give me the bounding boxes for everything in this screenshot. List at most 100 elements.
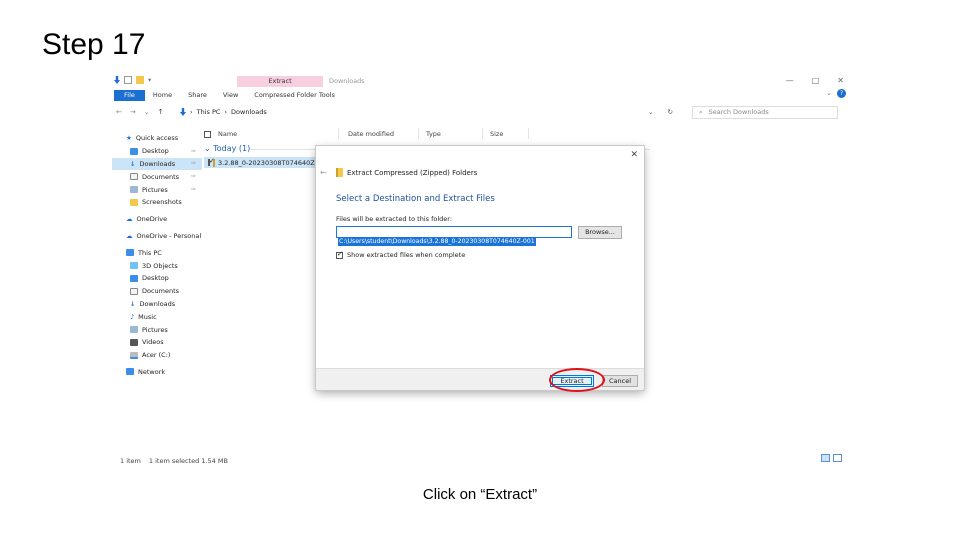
instruction-caption: Click on “Extract” <box>422 486 538 503</box>
search-input[interactable]: ⌕ Search Downloads <box>692 106 838 119</box>
show-files-checkbox[interactable] <box>336 250 343 259</box>
sidebar-item-pc-desktop[interactable]: Desktop <box>112 272 202 285</box>
file-name: 3.2.88_0-20230308T074640Z-001 <box>218 158 316 167</box>
cloud-icon: ☁ <box>126 215 133 224</box>
sidebar-item-quick-access[interactable]: ★ Quick access <box>112 132 202 145</box>
back-arrow-icon[interactable]: ← <box>320 168 327 177</box>
address-bar-row: ← → ⌄ ↑ › This PC › Downloads ⌄ ↻ ⌕ Searc… <box>112 106 852 120</box>
address-actions: ⌄ ↻ <box>648 108 673 116</box>
address-dropdown-icon[interactable]: ⌄ <box>648 108 653 116</box>
large-icons-view-icon[interactable] <box>833 454 842 462</box>
tab-home[interactable]: Home <box>145 90 180 101</box>
cancel-button[interactable]: Cancel <box>602 375 638 387</box>
sidebar-item-this-pc[interactable]: This PC <box>112 246 202 259</box>
download-arrow-icon: ↓ <box>130 159 136 168</box>
download-arrow-icon: ↓ <box>130 299 136 308</box>
sidebar-item-pc-documents[interactable]: Documents <box>112 285 202 298</box>
sidebar-item-downloads[interactable]: ↓ Downloads ✑ <box>112 157 202 171</box>
dialog-heading: Select a Destination and Extract Files <box>336 194 495 204</box>
pin-icon: ✑ <box>190 186 196 194</box>
sidebar-item-pictures[interactable]: Pictures ✑ <box>112 183 202 196</box>
status-bar: 1 item 1 item selected 1.54 MB <box>120 457 228 465</box>
download-arrow-icon <box>114 76 120 84</box>
music-note-icon: ♪ <box>130 312 135 321</box>
search-placeholder: Search Downloads <box>708 108 769 116</box>
maximize-button[interactable]: □ <box>812 76 820 85</box>
pin-icon: ✑ <box>190 147 196 155</box>
item-count: 1 item <box>120 457 141 465</box>
minimize-button[interactable]: — <box>786 76 794 85</box>
recent-locations-icon[interactable]: ⌄ <box>144 108 150 116</box>
tab-view[interactable]: View <box>215 90 246 101</box>
sidebar-item-music[interactable]: ♪ Music <box>112 310 202 323</box>
destination-path-input[interactable]: C:\Users\student\Downloads\3.2.88_0-2023… <box>336 226 572 246</box>
sidebar-item-desktop[interactable]: Desktop ✑ <box>112 145 202 158</box>
title-bar: ▾ Extract Downloads — □ ✕ <box>112 74 852 88</box>
sidebar-item-3d-objects[interactable]: 3D Objects <box>112 259 202 272</box>
new-folder-icon[interactable] <box>136 76 144 84</box>
sidebar-item-screenshots[interactable]: Screenshots <box>112 196 202 209</box>
sidebar-item-pc-downloads[interactable]: ↓ Downloads <box>112 298 202 311</box>
network-icon <box>126 368 134 376</box>
expand-ribbon-icon[interactable]: ⌄ <box>826 89 832 97</box>
computer-icon <box>126 249 134 257</box>
desktop-icon <box>130 147 138 155</box>
row-checkbox[interactable] <box>208 157 215 166</box>
sidebar-item-documents[interactable]: Documents ✑ <box>112 170 202 183</box>
sidebar-item-onedrive[interactable]: ☁ OneDrive <box>112 213 202 226</box>
tab-file[interactable]: File <box>114 89 145 101</box>
zip-folder-icon <box>336 168 343 177</box>
extract-context-tab[interactable]: Extract <box>237 76 323 87</box>
sidebar-item-label: OneDrive - Personal <box>136 231 202 240</box>
customize-toolbar-icon[interactable]: ▾ <box>148 76 151 84</box>
quick-access-toolbar: ▾ <box>114 76 151 84</box>
pictures-icon <box>130 186 138 194</box>
help-icon[interactable]: ? <box>837 89 846 98</box>
sidebar-item-label: Documents <box>142 172 180 181</box>
desktop-icon <box>130 274 138 282</box>
sidebar-item-acer-drive[interactable]: Acer (C:) <box>112 349 202 362</box>
browse-button[interactable]: Browse... <box>578 226 622 239</box>
sidebar-item-label: Videos <box>142 338 164 347</box>
star-icon: ★ <box>126 134 132 143</box>
sidebar-item-label: Downloads <box>139 159 176 168</box>
back-arrow-icon[interactable]: ← <box>116 108 122 116</box>
sidebar-item-pc-pictures[interactable]: Pictures <box>112 323 202 336</box>
up-arrow-icon[interactable]: ↑ <box>158 108 164 116</box>
forward-arrow-icon[interactable]: → <box>130 108 136 116</box>
sidebar-item-network[interactable]: Network <box>112 366 202 379</box>
close-button[interactable]: ✕ <box>837 76 844 85</box>
tab-compressed-folder-tools[interactable]: Compressed Folder Tools <box>246 90 343 101</box>
show-files-option[interactable]: Show extracted files when complete <box>336 250 465 259</box>
pictures-icon <box>130 326 138 334</box>
breadcrumb[interactable]: › This PC › Downloads <box>180 108 267 116</box>
sidebar-item-label: Screenshots <box>142 198 182 207</box>
close-icon[interactable]: ✕ <box>630 150 638 160</box>
highlight-circle <box>549 368 605 392</box>
dialog-title: Extract Compressed (Zipped) Folders <box>347 168 478 177</box>
breadcrumb-downloads[interactable]: Downloads <box>231 108 267 116</box>
column-name[interactable]: Name <box>218 130 237 138</box>
column-headers: Name Date modified Type Size <box>204 128 644 140</box>
dialog-title-row: Extract Compressed (Zipped) Folders <box>336 168 477 177</box>
ribbon-tabs: File Home Share View Compressed Folder T… <box>112 89 852 101</box>
refresh-icon[interactable]: ↻ <box>667 108 672 116</box>
sidebar-item-label: Acer (C:) <box>142 351 171 360</box>
sidebar-item-onedrive-personal[interactable]: ☁ OneDrive - Personal <box>112 230 202 243</box>
group-label: Today (1) <box>213 144 251 153</box>
sidebar-item-label: OneDrive <box>136 215 168 224</box>
column-type[interactable]: Type <box>426 130 441 138</box>
details-view-icon[interactable] <box>821 454 830 462</box>
file-row[interactable]: 3.2.88_0-20230308T074640Z-001 <box>204 157 316 168</box>
breadcrumb-this-pc[interactable]: This PC <box>197 108 221 116</box>
cube-icon <box>130 262 138 270</box>
sidebar-item-label: 3D Objects <box>142 261 178 270</box>
drive-icon <box>130 351 138 359</box>
properties-icon[interactable] <box>124 76 132 84</box>
column-size[interactable]: Size <box>490 130 503 138</box>
tab-share[interactable]: Share <box>180 90 215 101</box>
group-header-today[interactable]: ⌄ Today (1) <box>204 144 250 153</box>
sidebar-item-label: Downloads <box>139 299 176 308</box>
column-date-modified[interactable]: Date modified <box>348 130 394 138</box>
sidebar-item-videos[interactable]: Videos <box>112 336 202 349</box>
